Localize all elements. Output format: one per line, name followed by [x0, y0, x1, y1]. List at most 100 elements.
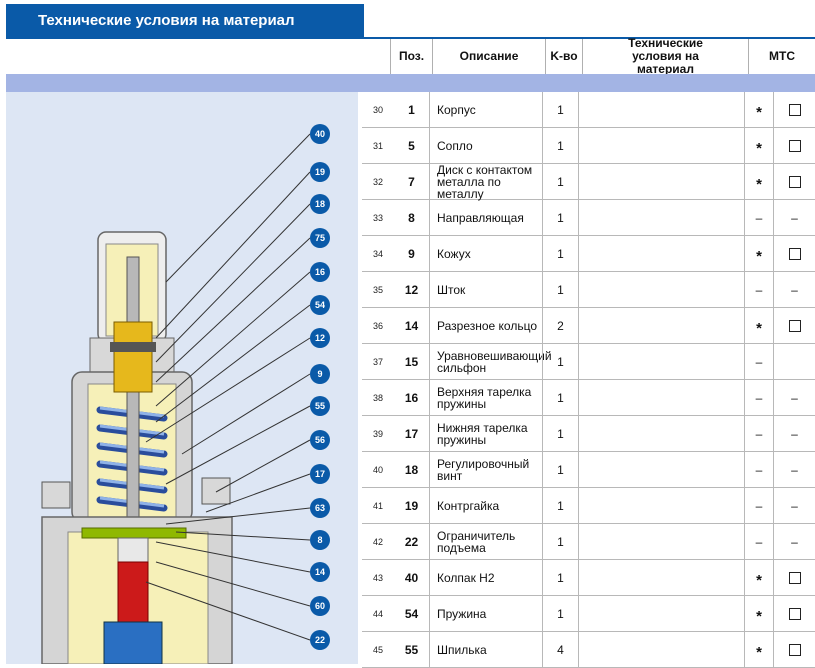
- dash-mark: –: [791, 498, 798, 513]
- table-row: 41 19 Контргайка 1 – –: [362, 488, 815, 524]
- row-mtc-mark: –: [744, 416, 773, 451]
- row-number: 34: [372, 248, 383, 259]
- row-mtc-check[interactable]: [773, 560, 815, 595]
- dash-mark: –: [791, 210, 798, 225]
- row-tech: [578, 596, 744, 631]
- mtc-checkbox[interactable]: [788, 571, 801, 584]
- row-pos: 40: [404, 570, 419, 585]
- callout-56: 56: [310, 430, 330, 450]
- table-row: 43 40 Колпак H2 1 *: [362, 560, 815, 596]
- table-row: 31 5 Сопло 1 *: [362, 128, 815, 164]
- row-desc: Ограничитель подъема: [429, 524, 542, 559]
- row-mtc-check[interactable]: [773, 632, 815, 667]
- valve-drawing: [41, 133, 311, 664]
- row-tech: [578, 236, 744, 271]
- row-desc: Колпак H2: [429, 560, 542, 595]
- row-mtc-check[interactable]: [773, 596, 815, 631]
- callout-17: 17: [310, 464, 330, 484]
- row-mtc-mark: –: [744, 488, 773, 523]
- row-mtc-check[interactable]: [773, 164, 815, 199]
- mtc-checkbox[interactable]: [788, 643, 801, 656]
- header-qty: K-во: [545, 39, 582, 74]
- row-qty: 1: [542, 452, 578, 487]
- callout-60: 60: [310, 596, 330, 616]
- row-qty: 1: [542, 236, 578, 271]
- row-qty: 1: [542, 164, 578, 199]
- mtc-checkbox[interactable]: [788, 139, 801, 152]
- callout-12: 12: [310, 328, 330, 348]
- callout-40: 40: [310, 124, 330, 144]
- row-pos: 14: [404, 318, 419, 333]
- row-mtc-check[interactable]: [773, 92, 815, 127]
- row-qty: 2: [542, 308, 578, 343]
- row-mtc-mark: –: [744, 272, 773, 307]
- table-row: 30 1 Корпус 1 *: [362, 92, 815, 128]
- row-number: 31: [372, 140, 383, 151]
- row-pos: 7: [408, 174, 415, 189]
- row-desc: Разрезное кольцо: [429, 308, 542, 343]
- row-number: 41: [372, 500, 383, 511]
- callout-8: 8: [310, 530, 330, 550]
- mtc-checkbox[interactable]: [788, 103, 801, 116]
- dash-mark: –: [755, 426, 763, 441]
- callout-63: 63: [310, 498, 330, 518]
- row-mtc-check: –: [773, 200, 815, 235]
- table-row: 34 9 Кожух 1 *: [362, 236, 815, 272]
- row-tech: [578, 488, 744, 523]
- row-number: 33: [372, 212, 383, 223]
- row-tech: [578, 560, 744, 595]
- row-mtc-mark: *: [744, 632, 773, 667]
- row-mtc-check[interactable]: [773, 308, 815, 343]
- table-header: Поз. Описание K-во Технические условия н…: [6, 37, 815, 76]
- row-mtc-mark: *: [744, 92, 773, 127]
- row-qty: 1: [542, 272, 578, 307]
- row-mtc-check[interactable]: [773, 236, 815, 271]
- row-number: 35: [372, 284, 383, 295]
- row-number: 38: [372, 392, 383, 403]
- row-tech: [578, 524, 744, 559]
- row-pos: 17: [404, 426, 419, 441]
- row-pos: 55: [404, 642, 419, 657]
- row-pos: 5: [408, 138, 415, 153]
- row-mtc-mark: *: [744, 236, 773, 271]
- header-tech: Технические условия на материал: [582, 37, 748, 76]
- row-desc: Шпилька: [429, 632, 542, 667]
- mtc-checkbox[interactable]: [788, 175, 801, 188]
- row-tech: [578, 200, 744, 235]
- table-row: 39 17 Нижняя тарелка пружины 1 – –: [362, 416, 815, 452]
- dash-mark: –: [755, 354, 763, 369]
- row-mtc-mark: *: [744, 164, 773, 199]
- header-mtc: МТС: [748, 39, 815, 74]
- callout-22: 22: [310, 630, 330, 650]
- row-desc: Кожух: [429, 236, 542, 271]
- row-desc: Уравновешивающий сильфон: [429, 344, 552, 379]
- row-desc: Нижняя тарелка пружины: [429, 416, 542, 451]
- row-pos: 1: [408, 102, 415, 117]
- mtc-checkbox[interactable]: [788, 247, 801, 260]
- page-title: Технические условия на материал: [6, 4, 364, 38]
- star-mark: *: [756, 320, 762, 337]
- table-row: 44 54 Пружина 1 *: [362, 596, 815, 632]
- row-tech: [578, 452, 744, 487]
- row-desc: Корпус: [429, 92, 542, 127]
- row-qty: 1: [542, 416, 578, 451]
- row-desc: Диск с контактом металла по металлу: [429, 164, 542, 200]
- row-mtc-mark: –: [744, 344, 773, 379]
- row-qty: 1: [542, 344, 578, 379]
- row-mtc-mark: *: [744, 560, 773, 595]
- row-number: 30: [372, 104, 383, 115]
- callout-54: 54: [310, 295, 330, 315]
- mtc-checkbox[interactable]: [788, 319, 801, 332]
- mtc-checkbox[interactable]: [788, 607, 801, 620]
- row-mtc-check[interactable]: [773, 128, 815, 163]
- row-tech: [578, 632, 744, 667]
- row-desc: Шток: [429, 272, 542, 307]
- dash-mark: –: [791, 462, 798, 477]
- row-pos: 54: [404, 606, 419, 621]
- row-number: 40: [372, 464, 383, 475]
- star-mark: *: [756, 644, 762, 661]
- row-mtc-mark: –: [744, 524, 773, 559]
- row-number: 36: [372, 320, 383, 331]
- star-mark: *: [756, 176, 762, 193]
- star-mark: *: [756, 104, 762, 121]
